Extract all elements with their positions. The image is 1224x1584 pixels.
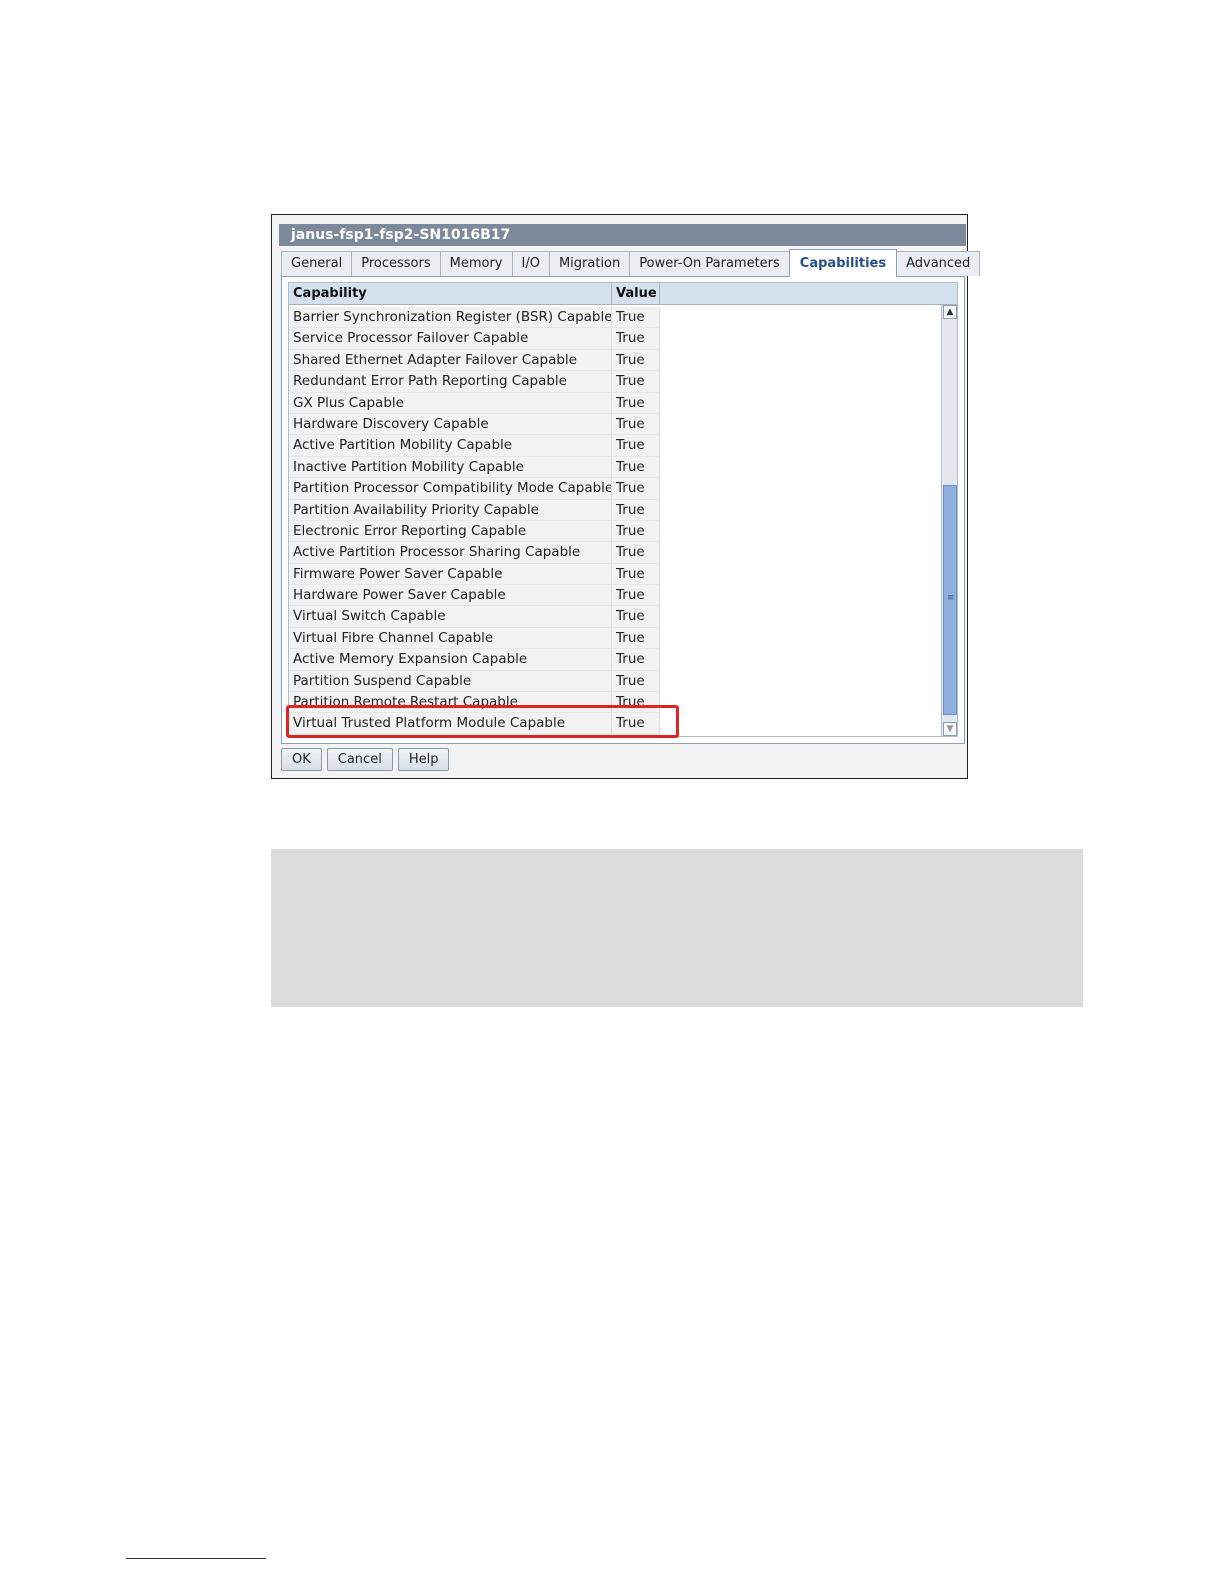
value-cell: True [612, 413, 660, 435]
table-row[interactable]: Firmware Power Saver Capable True [289, 563, 661, 586]
value-cell: True [612, 606, 660, 627]
value-cell: True [612, 585, 660, 606]
table-row[interactable]: Active Partition Mobility Capable True [289, 435, 661, 457]
table-row[interactable]: GX Plus Capable True [289, 392, 661, 414]
value-cell: True [612, 392, 660, 413]
table-row[interactable]: Hardware Power Saver Capable True [289, 585, 661, 607]
capability-cell: Partition Suspend Capable [289, 670, 612, 692]
value-cell: True [612, 670, 660, 692]
capabilities-table: Capability Value Barrier Synchronization… [288, 282, 958, 737]
value-cell: True [612, 435, 660, 456]
capability-cell: Redundant Error Path Reporting Capable [289, 371, 612, 392]
value-cell: True [612, 542, 660, 563]
capability-cell: Virtual Fibre Channel Capable [289, 627, 612, 649]
value-cell: True [612, 649, 660, 670]
value-cell: True [612, 627, 660, 649]
tab-io[interactable]: I/O [511, 251, 550, 276]
properties-dialog-screenshot: janus-fsp1-fsp2-SN1016B17 General Proces… [271, 214, 981, 779]
table-body: Barrier Synchronization Register (BSR) C… [289, 307, 661, 735]
vertical-scrollbar[interactable]: ▲ ≡ ▼ [941, 305, 957, 736]
table-row[interactable]: Virtual Fibre Channel Capable True [289, 627, 661, 650]
table-row[interactable]: Active Partition Processor Sharing Capab… [289, 542, 661, 564]
value-cell: True [612, 328, 660, 349]
capability-cell: Active Memory Expansion Capable [289, 649, 612, 670]
capability-cell: Barrier Synchronization Register (BSR) C… [289, 307, 612, 328]
capability-cell: Partition Processor Compatibility Mode C… [289, 478, 612, 499]
scroll-up-arrow-icon[interactable]: ▲ [943, 305, 957, 319]
value-cell: True [612, 456, 660, 478]
value-cell: True [612, 478, 660, 499]
value-cell: True [612, 520, 660, 542]
capability-cell: Electronic Error Reporting Capable [289, 520, 612, 542]
capability-cell: Partition Availability Priority Capable [289, 499, 612, 520]
table-header: Capability Value [289, 283, 957, 305]
value-cell: True [612, 349, 660, 371]
value-cell: True [612, 307, 660, 328]
highlight-box [286, 705, 679, 738]
column-header-value[interactable]: Value [612, 283, 660, 304]
footnote-rule [126, 1558, 266, 1559]
value-cell: True [612, 563, 660, 585]
table-row[interactable]: Inactive Partition Mobility Capable True [289, 456, 661, 479]
tab-migration[interactable]: Migration [548, 251, 631, 276]
capability-cell: Virtual Switch Capable [289, 606, 612, 627]
capability-cell: Service Processor Failover Capable [289, 328, 612, 349]
table-row[interactable]: Shared Ethernet Adapter Failover Capable… [289, 349, 661, 372]
table-row[interactable]: Virtual Switch Capable True [289, 606, 661, 628]
tab-advanced[interactable]: Advanced [896, 251, 981, 276]
dialog-buttons: OK Cancel Help [281, 748, 450, 771]
table-row[interactable]: Redundant Error Path Reporting Capable Tr… [289, 371, 661, 393]
tab-capabilities[interactable]: Capabilities [788, 249, 898, 277]
capabilities-panel: Capability Value Barrier Synchronization… [281, 276, 965, 744]
grip-icon: ≡ [947, 593, 955, 603]
capability-cell: Firmware Power Saver Capable [289, 563, 612, 585]
capability-cell: Inactive Partition Mobility Capable [289, 456, 612, 478]
tab-bar: General Processors Memory I/O Migration … [281, 249, 981, 277]
capability-cell: Hardware Power Saver Capable [289, 585, 612, 606]
tab-processors[interactable]: Processors [351, 251, 441, 276]
capability-cell: GX Plus Capable [289, 392, 612, 413]
table-row[interactable]: Active Memory Expansion Capable True [289, 649, 661, 671]
tab-memory[interactable]: Memory [439, 251, 513, 276]
capability-cell: Active Partition Processor Sharing Capab… [289, 542, 612, 563]
dialog-title: janus-fsp1-fsp2-SN1016B17 [279, 224, 966, 246]
empty-caption-box [271, 849, 1083, 1007]
capability-cell: Hardware Discovery Capable [289, 413, 612, 435]
tab-general[interactable]: General [281, 251, 353, 276]
scroll-down-arrow-icon[interactable]: ▼ [943, 722, 957, 736]
help-button[interactable]: Help [397, 748, 450, 771]
column-header-capability[interactable]: Capability [289, 283, 612, 304]
tab-power-on-parameters[interactable]: Power-On Parameters [629, 251, 790, 276]
table-row[interactable]: Partition Suspend Capable True [289, 670, 661, 693]
table-row[interactable]: Hardware Discovery Capable True [289, 413, 661, 436]
cancel-button[interactable]: Cancel [326, 748, 393, 771]
value-cell: True [612, 371, 660, 392]
table-row[interactable]: Partition Availability Priority Capable T… [289, 499, 661, 521]
table-row[interactable]: Partition Processor Compatibility Mode C… [289, 478, 661, 500]
table-row[interactable]: Service Processor Failover Capable True [289, 328, 661, 350]
scroll-thumb[interactable]: ≡ [943, 485, 957, 715]
ok-button[interactable]: OK [281, 748, 322, 771]
table-row[interactable]: Electronic Error Reporting Capable True [289, 520, 661, 543]
capability-cell: Active Partition Mobility Capable [289, 435, 612, 456]
value-cell: True [612, 499, 660, 520]
capability-cell: Shared Ethernet Adapter Failover Capable [289, 349, 612, 371]
table-row[interactable]: Barrier Synchronization Register (BSR) C… [289, 307, 661, 329]
